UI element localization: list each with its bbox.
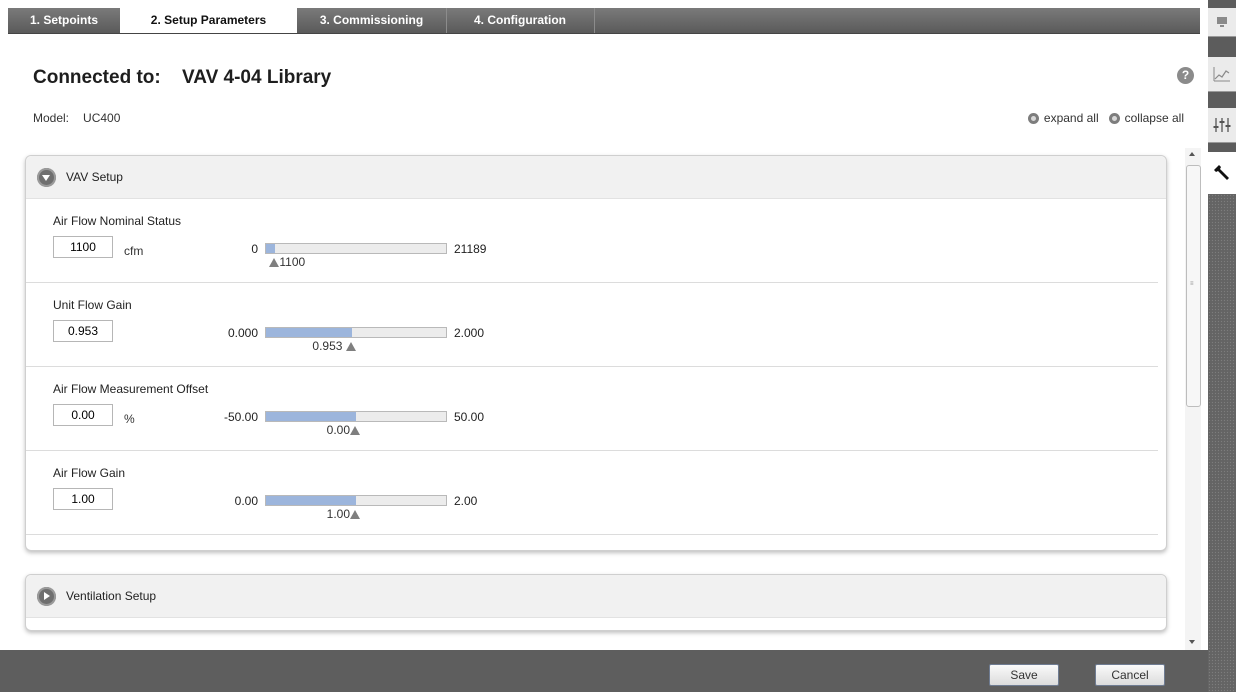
tab-commissioning[interactable]: 3. Commissioning [297, 8, 447, 33]
marker-value: 1100 [279, 255, 306, 269]
section-title: VAV Setup [66, 170, 123, 184]
scrollbar-thumb[interactable]: ≡ [1186, 165, 1201, 407]
range-slider-fill [266, 244, 276, 253]
scroll-up-arrow-icon[interactable] [1189, 152, 1195, 156]
tab-setup-parameters[interactable]: 2. Setup Parameters [120, 8, 297, 33]
model-label: Model: [33, 111, 70, 125]
help-icon[interactable]: ? [1177, 67, 1194, 84]
slider-min-label: 0.00 [234, 494, 258, 508]
trend-button[interactable] [1208, 57, 1236, 92]
air-flow-nominal-input[interactable] [53, 236, 113, 258]
range-slider-fill [266, 412, 356, 421]
section-title: Ventilation Setup [66, 589, 157, 603]
range-slider-track[interactable] [265, 327, 447, 338]
marker-triangle-icon [345, 342, 356, 351]
top-tab-bar: 1. Setpoints 2. Setup Parameters 3. Comm… [0, 0, 1208, 34]
slider-marker[interactable]: 0.953 [312, 339, 356, 353]
range-slider-track[interactable] [265, 411, 447, 422]
scroll-down-arrow-icon[interactable] [1189, 640, 1195, 644]
model-info: Model: UC400 [33, 111, 120, 125]
slider-max-label: 2.000 [454, 326, 485, 340]
slider-max-label: 2.00 [454, 494, 478, 508]
cancel-button[interactable]: Cancel [1095, 664, 1165, 686]
param-row-unit-flow-gain: Unit Flow Gain 0.000 2.000 0.953 [26, 282, 1158, 367]
slider-marker[interactable]: 1100 [269, 255, 305, 269]
range-slider-fill [266, 328, 352, 337]
vav-setup-header[interactable]: VAV Setup [26, 156, 1166, 199]
monitor-button[interactable] [1208, 8, 1236, 37]
slider-min-label: 0.000 [227, 326, 258, 340]
param-label: Air Flow Nominal Status [53, 214, 182, 228]
trend-chart-icon [1213, 67, 1230, 82]
collapse-all-label: collapse all [1124, 111, 1184, 125]
air-flow-offset-input[interactable] [53, 404, 113, 426]
collapse-toggle-icon [37, 167, 56, 187]
expand-all-icon [1027, 112, 1039, 124]
vertical-scrollbar[interactable]: ≡ [1185, 148, 1201, 650]
marker-value: 1.00 [326, 507, 350, 521]
ventilation-setup-panel: Ventilation Setup [25, 574, 1167, 631]
air-flow-gain-input[interactable] [53, 488, 113, 510]
range-slider-track[interactable] [265, 495, 447, 506]
tab-setpoints[interactable]: 1. Setpoints [8, 8, 121, 33]
right-tool-rail [1208, 0, 1236, 692]
slider-min-label: 0 [251, 242, 258, 256]
scroll-grip-icon: ≡ [1190, 281, 1194, 287]
sliders-icon [1213, 118, 1231, 132]
expand-all-link[interactable]: expand all [1027, 111, 1099, 125]
setup-wrench-button[interactable] [1208, 152, 1236, 195]
unit-flow-gain-input[interactable] [53, 320, 113, 342]
settings-sliders-button[interactable] [1208, 108, 1236, 143]
save-button[interactable]: Save [989, 664, 1059, 686]
marker-value: 0.953 [312, 339, 343, 353]
model-value: UC400 [83, 111, 121, 125]
collapse-all-link[interactable]: collapse all [1108, 111, 1184, 125]
slider-marker[interactable]: 1.00 [327, 507, 360, 521]
param-label: Unit Flow Gain [53, 298, 132, 312]
marker-triangle-icon [350, 510, 360, 519]
param-row-air-flow-nominal-status: Air Flow Nominal Status cfm 0 21189 1100 [26, 198, 1158, 283]
ventilation-setup-header[interactable]: Ventilation Setup [26, 575, 1166, 618]
wrench-icon [1214, 165, 1229, 180]
device-name: VAV 4-04 Library [182, 67, 332, 88]
slider-min-label: -50.00 [223, 410, 258, 424]
slider-marker[interactable]: 0.00 [327, 423, 360, 437]
param-row-air-flow-measurement-offset: Air Flow Measurement Offset % -50.00 50.… [26, 366, 1158, 451]
collapse-all-icon [1108, 112, 1120, 124]
marker-value: 0.00 [326, 423, 350, 437]
param-label: Air Flow Measurement Offset [53, 382, 209, 396]
marker-triangle-icon [269, 258, 280, 267]
slider-max-label: 21189 [454, 242, 487, 256]
tab-strip: 1. Setpoints 2. Setup Parameters 3. Comm… [8, 8, 1200, 34]
vav-setup-panel: VAV Setup Air Flow Nominal Status cfm 0 … [25, 155, 1167, 551]
range-slider-track[interactable] [265, 243, 447, 254]
slider-max-label: 50.00 [454, 410, 485, 424]
param-label: Air Flow Gain [53, 466, 126, 480]
param-row-air-flow-gain: Air Flow Gain 0.00 2.00 1.00 [26, 450, 1158, 535]
expand-toggle-icon [37, 586, 56, 606]
rail-texture [1208, 194, 1236, 692]
marker-triangle-icon [350, 426, 360, 435]
tab-configuration[interactable]: 4. Configuration [446, 8, 595, 33]
expand-all-label: expand all [1043, 111, 1099, 125]
expand-collapse-controls: expand all collapse all [1027, 111, 1184, 125]
footer-bar: Save Cancel [0, 650, 1208, 692]
monitor-icon [1217, 17, 1227, 27]
scroll-viewport[interactable]: VAV Setup Air Flow Nominal Status cfm 0 … [0, 146, 1208, 650]
page-title: Connected to: VAV 4-04 Library [33, 67, 331, 89]
range-slider-fill [266, 496, 356, 505]
param-unit: % [124, 412, 135, 426]
connected-label: Connected to: [33, 67, 161, 88]
param-unit: cfm [124, 244, 144, 258]
